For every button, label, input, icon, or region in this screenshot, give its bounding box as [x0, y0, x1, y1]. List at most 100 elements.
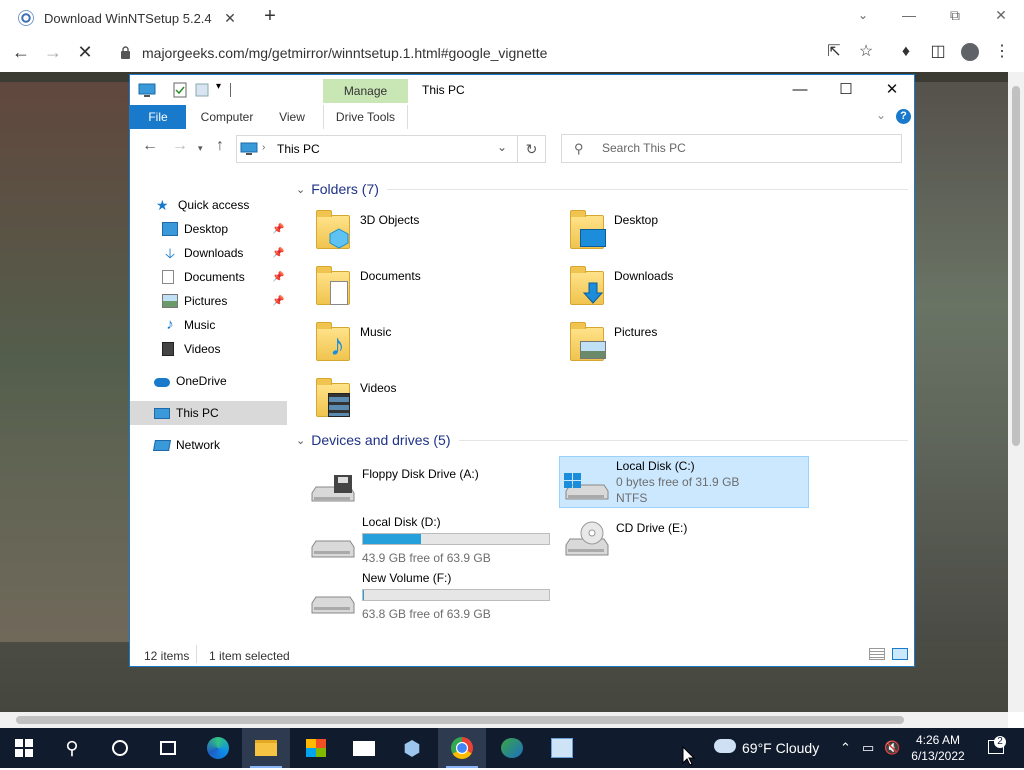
bookmark-star-icon[interactable]: ☆	[854, 40, 878, 64]
explorer-close-button[interactable]: ✕	[869, 79, 915, 101]
virtualbox-taskbar-button[interactable]: ⬢	[388, 728, 436, 768]
drive-local-d[interactable]: Local Disk (D:) 43.9 GB free of 63.9 GB	[310, 515, 560, 563]
expand-ribbon-chevron-icon[interactable]: ⌄	[876, 108, 886, 122]
volume-muted-icon[interactable]: 🔇	[884, 728, 900, 768]
tab-close-icon[interactable]: ✕	[222, 10, 238, 26]
edge-taskbar-button[interactable]	[194, 728, 242, 768]
drive-tools-tab[interactable]: Drive Tools	[323, 105, 408, 129]
cortana-button[interactable]	[96, 728, 144, 768]
calculator-taskbar-button[interactable]	[538, 728, 586, 768]
minimize-button[interactable]: —	[886, 4, 932, 28]
sidebar-item-music[interactable]: ♪ Music	[162, 313, 215, 337]
nav-forward-button[interactable]: →	[172, 137, 188, 163]
folder-item[interactable]: Documents	[314, 265, 421, 309]
sidebar-item-this-pc[interactable]: This PC	[130, 401, 287, 425]
mail-taskbar-button[interactable]	[340, 728, 388, 768]
chrome-taskbar-button[interactable]	[438, 728, 486, 768]
store-taskbar-button[interactable]	[292, 728, 340, 768]
folder-item[interactable]: 3D Objects	[314, 209, 419, 253]
large-icons-view-icon[interactable]	[892, 648, 908, 660]
weather-widget[interactable]: 69°F Cloudy	[712, 728, 819, 768]
task-view-button[interactable]	[144, 728, 192, 768]
collapse-chevron-icon[interactable]: ⌄	[296, 183, 305, 196]
profile-avatar-icon[interactable]	[958, 40, 982, 64]
view-tab[interactable]: View	[270, 105, 314, 129]
folder-item[interactable]: ♪ Music	[314, 321, 391, 365]
new-folder-icon[interactable]	[194, 81, 210, 99]
clock-date: 6/13/2022	[906, 748, 970, 764]
forward-button[interactable]: →	[40, 40, 66, 66]
explorer-minimize-button[interactable]: —	[777, 79, 823, 101]
search-input[interactable]: ⚲ Search This PC	[561, 134, 902, 163]
folder-item[interactable]: Videos	[314, 377, 396, 421]
recent-locations-chevron-icon[interactable]: ▾	[198, 143, 203, 169]
pin-icon: 📌	[272, 248, 284, 259]
drive-name: New Volume (F:)	[362, 571, 451, 585]
horizontal-scroll-thumb[interactable]	[16, 716, 904, 724]
folder-desktop-icon	[568, 209, 608, 253]
sidebar-item-pictures[interactable]: Pictures	[162, 289, 227, 313]
menu-kebab-icon[interactable]: ⋮	[990, 40, 1014, 64]
manage-tab[interactable]: Manage	[323, 79, 408, 103]
close-window-button[interactable]: ✕	[978, 4, 1024, 28]
notification-center-button[interactable]: 2	[984, 728, 1008, 768]
sidebar-label: Pictures	[184, 289, 227, 313]
collapse-chevron-icon[interactable]: ⌄	[296, 434, 305, 447]
file-tab[interactable]: File	[130, 105, 186, 129]
side-panel-icon[interactable]: ◫	[926, 40, 950, 64]
tab-title: Download WinNTSetup 5.2.4	[44, 11, 222, 26]
network-status-icon[interactable]: ▭	[862, 728, 874, 768]
vertical-scrollbar[interactable]	[1008, 72, 1024, 712]
clock-time: 4:26 AM	[906, 732, 970, 748]
search-button[interactable]: ⚲	[48, 728, 96, 768]
system-clock[interactable]: 4:26 AM 6/13/2022	[906, 732, 970, 764]
show-hidden-icons-button[interactable]: ⌃	[840, 728, 851, 768]
sidebar-item-onedrive[interactable]: OneDrive	[154, 369, 227, 393]
refresh-button[interactable]: ↻	[518, 135, 546, 163]
computer-tab[interactable]: Computer	[192, 105, 262, 129]
nav-back-button[interactable]: ←	[142, 137, 158, 163]
drive-new-volume-f[interactable]: New Volume (F:) 63.8 GB free of 63.9 GB	[310, 571, 560, 619]
help-icon[interactable]: ?	[896, 109, 911, 124]
customize-qat-icon[interactable]: ▾	[216, 81, 221, 99]
start-button[interactable]	[0, 728, 48, 768]
webpage-blur-left	[0, 82, 130, 642]
network-app-taskbar-button[interactable]	[488, 728, 536, 768]
tab-search-chevron-icon[interactable]: ⌄	[840, 4, 886, 28]
folder-item[interactable]: Downloads	[568, 265, 673, 309]
mail-envelope-icon	[353, 741, 375, 756]
vertical-scroll-thumb[interactable]	[1012, 86, 1020, 446]
details-view-icon[interactable]	[869, 648, 885, 660]
new-tab-button[interactable]: +	[260, 6, 280, 28]
sidebar-item-downloads[interactable]: 🡣 Downloads	[162, 241, 243, 265]
drive-floppy-a[interactable]: Floppy Disk Drive (A:)	[310, 465, 550, 509]
horizontal-scrollbar[interactable]	[0, 712, 1008, 728]
restore-button[interactable]: ⧉	[932, 4, 978, 28]
drive-name: Local Disk (D:)	[362, 515, 441, 529]
address-bar[interactable]: › This PC ⌄	[236, 135, 518, 163]
devices-group-header[interactable]: ⌄ Devices and drives (5)	[296, 432, 908, 448]
sidebar-item-videos[interactable]: Videos	[162, 337, 220, 361]
browser-tab[interactable]: Download WinNTSetup 5.2.4 ✕	[8, 2, 248, 34]
sidebar-item-network[interactable]: Network	[154, 433, 220, 457]
up-button[interactable]: ↑	[216, 137, 224, 163]
back-button[interactable]: ←	[8, 40, 34, 66]
folder-item[interactable]: Desktop	[568, 209, 658, 253]
drive-cd-e[interactable]: CD Drive (E:)	[564, 521, 804, 565]
url-bar[interactable]: majorgeeks.com/mg/getmirror/winntsetup.1…	[116, 40, 896, 66]
sidebar-item-quick-access[interactable]: ★ Quick access	[156, 193, 249, 217]
sidebar-label: Music	[184, 313, 215, 337]
extensions-icon[interactable]: ♦	[894, 40, 918, 64]
folder-item[interactable]: Pictures	[568, 321, 657, 365]
store-bag-icon	[306, 739, 326, 757]
file-explorer-taskbar-button[interactable]	[242, 728, 290, 768]
sidebar-item-documents[interactable]: Documents	[162, 265, 245, 289]
address-dropdown-icon[interactable]: ⌄	[497, 140, 507, 154]
properties-icon[interactable]	[172, 81, 188, 99]
drive-local-c[interactable]: Local Disk (C:) 0 bytes free of 31.9 GB …	[564, 459, 804, 507]
explorer-maximize-button[interactable]: ☐	[823, 79, 869, 101]
share-icon[interactable]: ⇱	[822, 40, 846, 64]
stop-loading-button[interactable]: ✕	[72, 40, 98, 66]
folders-group-header[interactable]: ⌄ Folders (7)	[296, 181, 908, 197]
sidebar-item-desktop[interactable]: Desktop	[162, 217, 286, 241]
